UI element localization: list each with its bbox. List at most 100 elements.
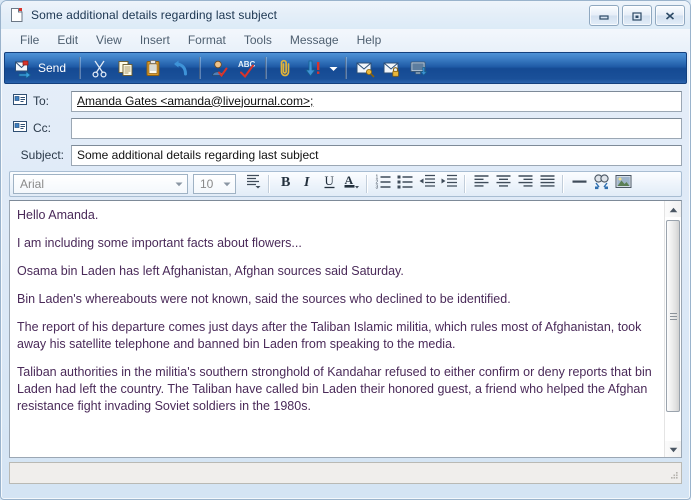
formatting-toolbar: Arial 10 B I U A 1 2 3 [9,171,682,197]
offline-button[interactable] [406,55,433,81]
font-color-icon: A [343,173,360,195]
attach-button[interactable] [272,55,299,81]
body-paragraph: Hello Amanda. [17,208,99,222]
menu-item-view[interactable]: View [87,31,131,49]
font-family-select[interactable]: Arial [13,174,188,194]
undo-arrow-icon [171,59,190,78]
priority-button[interactable] [299,55,326,81]
increase-indent-icon [441,173,458,195]
justify-button[interactable] [536,173,558,195]
menu-item-file[interactable]: File [11,31,48,49]
format-separator [366,175,368,193]
minimize-button[interactable] [589,5,619,26]
insert-link-button[interactable] [590,173,612,195]
align-right-button[interactable] [514,173,536,195]
svg-text:ABC: ABC [238,60,256,69]
toolbar-separator [199,57,202,79]
increase-indent-button[interactable] [438,173,460,195]
bulleted-list-button[interactable] [394,173,416,195]
body-paragraph: Bin Laden's whereabouts were not known, … [17,292,511,306]
body-paragraph: The report of his departure comes just d… [17,320,645,351]
menu-item-tools[interactable]: Tools [235,31,281,49]
cc-label: Cc: [33,121,51,135]
toolbar-separator [79,57,82,79]
toolbar-separator [265,57,268,79]
menu-item-edit[interactable]: Edit [48,31,87,49]
insert-picture-button[interactable] [612,173,634,195]
paperclip-icon [276,59,295,78]
svg-text:B: B [281,175,290,190]
spelling-button[interactable]: ABC [233,55,260,81]
scroll-down-button[interactable] [665,441,681,457]
cc-input[interactable] [71,117,682,139]
to-picker-button[interactable]: To: [9,94,71,108]
align-right-icon [517,173,534,195]
status-bar [9,462,682,484]
undo-button[interactable] [167,55,194,81]
window-controls [589,5,685,26]
scissors-icon [90,59,109,78]
scroll-down-arrow-icon [669,440,678,457]
italic-button[interactable]: I [296,173,318,195]
align-center-icon [495,173,512,195]
link-icon [593,173,610,195]
scroll-thumb[interactable] [666,220,680,412]
sign-button[interactable] [352,55,379,81]
scroll-grip-icon [669,311,677,322]
numbered-list-icon: 1 2 3 [375,173,392,195]
cc-row: Cc: [9,117,682,139]
to-recipient-value: Amanda Gates <amanda@livejournal.com>; [77,93,314,108]
italic-icon: I [299,173,316,195]
scroll-up-arrow-icon [669,201,678,218]
numbered-list-button[interactable]: 1 2 3 [372,173,394,195]
cut-button[interactable] [86,55,113,81]
scroll-track[interactable] [665,217,681,441]
font-color-button[interactable]: A [340,173,362,195]
message-body-text[interactable]: Hello Amanda. I am including some import… [10,201,664,457]
scroll-up-button[interactable] [665,201,681,217]
font-size-select[interactable]: 10 [193,174,236,194]
body-paragraph: I am including some important facts abou… [17,236,302,250]
horizontal-line-icon [571,173,588,195]
svg-text:U: U [324,173,334,188]
menu-item-format[interactable]: Format [179,31,235,49]
body-vertical-scrollbar[interactable] [664,201,681,457]
clipboard-icon [144,59,163,78]
chevron-down-icon [219,175,235,193]
horizontal-line-button[interactable] [568,173,590,195]
underline-button[interactable]: U [318,173,340,195]
font-family-value: Arial [20,177,45,191]
paragraph-style-button[interactable] [242,173,264,195]
menu-item-message[interactable]: Message [281,31,348,49]
format-separator [562,175,564,193]
copy-button[interactable] [113,55,140,81]
restore-button[interactable] [622,5,652,26]
send-button[interactable]: Send [9,55,74,81]
subject-input[interactable]: Some additional details regarding last s… [71,144,682,166]
message-header-fields: To: Amanda Gates <amanda@livejournal.com… [9,90,682,166]
format-separator [464,175,466,193]
menu-item-insert[interactable]: Insert [131,31,179,49]
menu-item-help[interactable]: Help [348,31,391,49]
message-body-editor[interactable]: Hello Amanda. I am including some import… [9,200,682,458]
envelope-lock-icon [383,59,402,78]
paste-button[interactable] [140,55,167,81]
bold-button[interactable]: B [274,173,296,195]
check-names-button[interactable] [206,55,233,81]
address-card-icon [13,121,27,135]
cc-picker-button[interactable]: Cc: [9,121,71,135]
align-left-button[interactable] [470,173,492,195]
priority-dropdown[interactable] [326,56,340,80]
priority-arrow-icon [303,59,322,78]
envelope-key-icon [356,59,375,78]
align-center-button[interactable] [492,173,514,195]
address-card-icon [13,94,27,108]
paragraph-style-icon [245,173,262,195]
resize-grip-icon[interactable] [667,469,679,481]
close-button[interactable] [655,5,685,26]
to-input[interactable]: Amanda Gates <amanda@livejournal.com>; [71,90,682,112]
decrease-indent-button[interactable] [416,173,438,195]
font-size-value: 10 [200,177,214,191]
encrypt-button[interactable] [379,55,406,81]
decrease-indent-icon [419,173,436,195]
